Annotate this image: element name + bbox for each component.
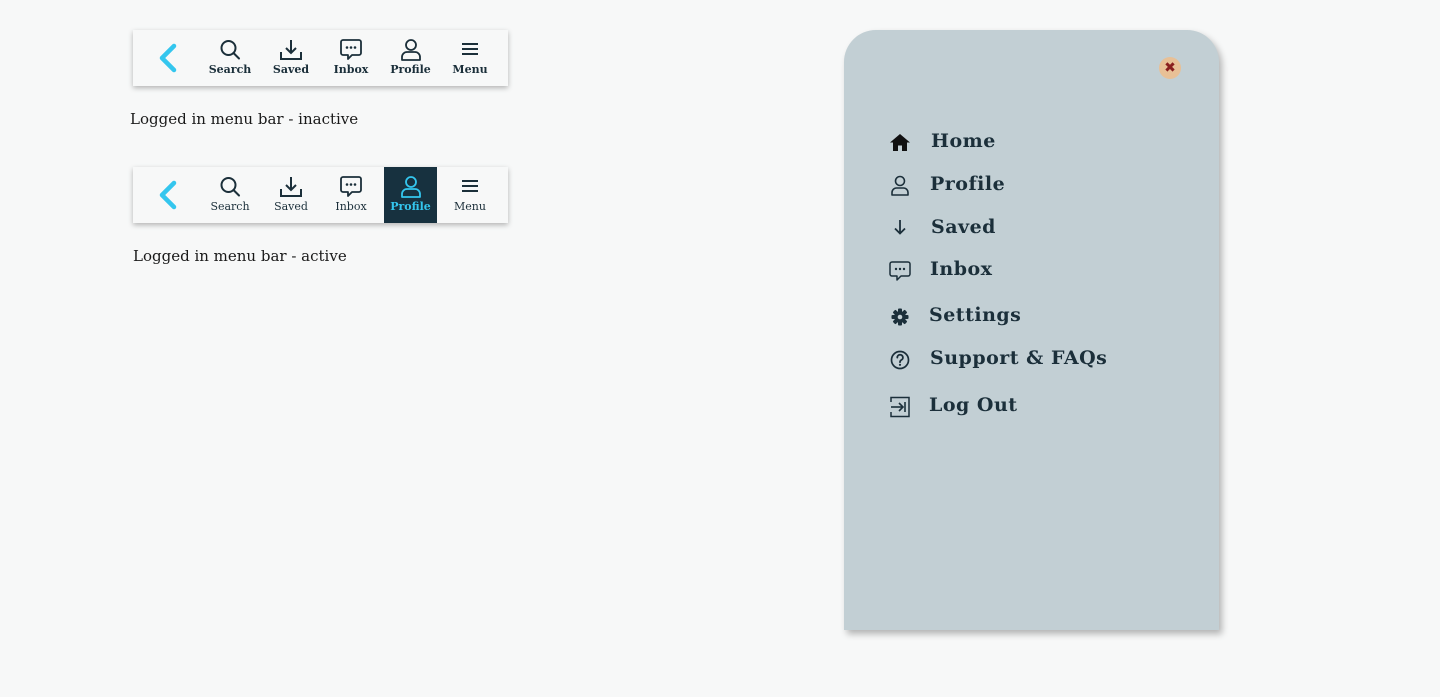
nav-profile-label: Profile [390,200,431,213]
nav-profile-label: Profile [390,63,431,76]
chat-bubble-icon [888,259,912,283]
drawer-item-label: Profile [930,173,1006,195]
menu-bar-active: Search Saved Inbox Profile Menu [133,167,508,223]
drawer-item-label: Saved [931,216,996,238]
drawer-item-logout[interactable]: Log Out [888,392,1178,422]
drawer-item-inbox[interactable]: Inbox [888,256,1178,286]
chevron-left-icon [159,43,177,73]
nav-search-button[interactable]: Search [205,167,255,223]
chevron-left-icon [159,180,177,210]
user-icon [399,175,423,199]
chat-bubble-icon [339,38,363,62]
drawer-item-label: Home [931,130,996,152]
nav-saved-label: Saved [272,63,310,76]
chat-bubble-icon [339,175,363,199]
nav-inbox-label: Inbox [333,63,369,76]
home-icon [888,131,912,155]
nav-saved-button[interactable]: Saved [267,30,315,86]
nav-profile-button-active[interactable]: Profile [384,167,437,223]
nav-menu-label: Menu [452,63,488,76]
nav-search-button[interactable]: Search [205,30,255,86]
nav-profile-button[interactable]: Profile [384,30,437,86]
download-icon [279,38,303,62]
close-icon: ✖ [1164,60,1176,76]
nav-menu-label: Menu [454,200,486,213]
caption-inactive: Logged in menu bar - inactive [130,110,359,128]
nav-inbox-button[interactable]: Inbox [326,167,376,223]
drawer-item-settings[interactable]: Settings [888,302,1178,332]
hamburger-icon [458,38,482,62]
gear-icon [888,305,912,329]
nav-saved-button[interactable]: Saved [267,167,315,223]
nav-search-label: Search [208,63,252,76]
drawer-item-profile[interactable]: Profile [888,171,1178,201]
drawer-item-label: Settings [929,304,1022,326]
side-drawer: ✖ Home Profile Saved Inbox Settings Supp… [844,30,1219,630]
drawer-item-support[interactable]: Support & FAQs [888,345,1178,375]
nav-search-label: Search [210,200,250,213]
drawer-item-label: Inbox [930,258,993,280]
download-icon [279,175,303,199]
nav-saved-label: Saved [274,200,308,213]
drawer-item-label: Support & FAQs [930,347,1108,369]
nav-menu-button[interactable]: Menu [445,30,495,86]
arrow-down-icon [888,217,912,241]
logout-icon [888,395,912,419]
search-icon [218,175,242,199]
back-button[interactable] [155,179,183,211]
nav-menu-button[interactable]: Menu [445,167,495,223]
back-button[interactable] [155,42,183,74]
user-icon [399,38,423,62]
hamburger-icon [458,175,482,199]
drawer-item-home[interactable]: Home [888,128,1178,158]
nav-inbox-button[interactable]: Inbox [326,30,376,86]
close-button[interactable]: ✖ [1159,57,1181,79]
search-icon [218,38,242,62]
user-icon [888,174,912,198]
drawer-item-saved[interactable]: Saved [888,214,1178,244]
drawer-item-label: Log Out [929,394,1018,416]
nav-inbox-label: Inbox [335,200,367,213]
caption-active: Logged in menu bar - active [133,247,347,265]
menu-bar-inactive: Search Saved Inbox Profile Menu [133,30,508,86]
help-circle-icon [888,348,912,372]
